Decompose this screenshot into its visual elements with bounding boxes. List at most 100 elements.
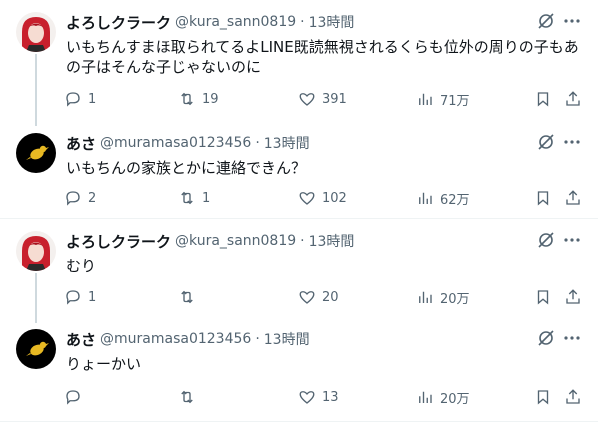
thread-line — [35, 273, 37, 323]
like-count: 13 — [322, 389, 339, 405]
timestamp[interactable]: 13時間 — [309, 12, 355, 32]
heart-icon — [299, 291, 315, 304]
avatar[interactable] — [16, 231, 56, 271]
reply-icon — [66, 390, 80, 405]
heart-icon — [299, 93, 315, 106]
display-name[interactable]: あさ — [66, 329, 96, 350]
share-icon — [566, 91, 580, 106]
reply-button[interactable]: 1 — [64, 287, 96, 307]
more-options-icon[interactable] — [562, 132, 582, 152]
retweet-button[interactable]: 1 — [178, 188, 210, 208]
views-button[interactable]: 20万 — [416, 387, 470, 407]
reply-button[interactable]: 1 — [64, 89, 96, 109]
retweet-button[interactable]: 19 — [178, 89, 219, 109]
retweet-icon — [181, 290, 193, 304]
user-handle[interactable]: @kura_sann0819 — [175, 233, 296, 249]
like-button[interactable]: 102 — [298, 188, 347, 208]
bookmark-icon — [537, 92, 549, 107]
grok-icon[interactable] — [536, 11, 556, 31]
tweet-header: あさ @muramasa0123456 · 13時間 — [66, 329, 598, 349]
timestamp[interactable]: 13時間 — [264, 133, 310, 153]
tweet[interactable]: あさ @muramasa0123456 · 13時間 いもちんの家族とかに連絡で… — [0, 121, 598, 219]
bookmark-icon — [537, 290, 549, 305]
like-count: 20 — [322, 289, 339, 305]
display-name[interactable]: よろしクラーク — [66, 231, 171, 252]
avatar[interactable] — [16, 133, 56, 173]
retweet-icon — [181, 92, 193, 106]
view-count: 20万 — [440, 391, 470, 407]
user-handle[interactable]: @kura_sann0819 — [175, 14, 296, 30]
grok-icon[interactable] — [536, 230, 556, 250]
bookmark-button[interactable] — [534, 188, 552, 208]
tweet-text-line: いもちんすまほ取られてるよLINE既読無視されるくらも位外の周りの子もあ — [66, 38, 579, 56]
timestamp[interactable]: 13時間 — [264, 329, 310, 349]
separator: · — [255, 135, 260, 151]
share-icon — [566, 389, 580, 404]
tweet-header: あさ @muramasa0123456 · 13時間 — [66, 133, 598, 153]
avatar[interactable] — [16, 12, 56, 52]
tweet-text: むり — [66, 256, 584, 276]
retweet-icon — [181, 390, 193, 404]
bookmark-button[interactable] — [534, 89, 552, 109]
share-button[interactable] — [564, 287, 582, 307]
views-button[interactable]: 71万 — [416, 89, 470, 109]
share-icon — [566, 289, 580, 304]
retweet-button[interactable] — [178, 287, 202, 307]
views-icon — [419, 93, 432, 105]
display-name[interactable]: あさ — [66, 133, 96, 154]
reply-count: 1 — [88, 91, 97, 107]
thread-line — [35, 54, 37, 126]
share-button[interactable] — [564, 387, 582, 407]
tweet-text: いもちんの家族とかに連絡できん？ — [66, 158, 584, 178]
tweet[interactable]: よろしクラーク @kura_sann0819 · 13時間 むり 1 20 20… — [0, 219, 598, 323]
views-button[interactable]: 62万 — [416, 188, 470, 208]
avatar[interactable] — [16, 329, 56, 369]
views-icon — [419, 291, 432, 303]
share-button[interactable] — [564, 89, 582, 109]
retweet-button[interactable] — [178, 387, 202, 407]
more-options-icon[interactable] — [562, 230, 582, 250]
more-options-icon[interactable] — [562, 11, 582, 31]
tweet-text-line: りょーかい — [66, 355, 142, 373]
view-count: 62万 — [440, 192, 470, 208]
separator: · — [300, 233, 305, 249]
like-button[interactable]: 13 — [298, 387, 339, 407]
retweet-icon — [181, 191, 193, 205]
display-name[interactable]: よろしクラーク — [66, 12, 171, 33]
reply-button[interactable]: 2 — [64, 188, 96, 208]
tweet-header: よろしクラーク @kura_sann0819 · 13時間 — [66, 231, 598, 251]
separator: · — [300, 14, 305, 30]
tweet-header: よろしクラーク @kura_sann0819 · 13時間 — [66, 12, 598, 32]
tweet[interactable]: あさ @muramasa0123456 · 13時間 りょーかい 13 20万 — [0, 317, 598, 422]
more-options-icon[interactable] — [562, 328, 582, 348]
share-button[interactable] — [564, 188, 582, 208]
like-count: 391 — [322, 91, 347, 107]
user-handle[interactable]: @muramasa0123456 — [100, 135, 251, 151]
reply-count: 1 — [88, 289, 97, 305]
bookmark-button[interactable] — [534, 387, 552, 407]
share-icon — [566, 190, 580, 205]
tweet-text-line: むり — [66, 257, 97, 275]
tweet-text-line: の子はそんな子じゃないのに — [66, 58, 262, 76]
grok-icon[interactable] — [536, 328, 556, 348]
bookmark-button[interactable] — [534, 287, 552, 307]
tweet-text: いもちんすまほ取られてるよLINE既読無視されるくらも位外の周りの子もあ の子は… — [66, 37, 584, 77]
separator: · — [255, 331, 260, 347]
retweet-count: 1 — [202, 190, 211, 206]
like-button[interactable]: 20 — [298, 287, 339, 307]
bookmark-icon — [537, 191, 549, 206]
retweet-count: 19 — [202, 91, 219, 107]
grok-icon[interactable] — [536, 132, 556, 152]
like-button[interactable]: 391 — [298, 89, 347, 109]
reply-button[interactable] — [64, 387, 88, 407]
reply-icon — [66, 290, 80, 305]
tweet[interactable]: よろしクラーク @kura_sann0819 · 13時間 いもちんすまほ取られ… — [0, 0, 598, 126]
like-count: 102 — [322, 190, 347, 206]
views-icon — [419, 192, 432, 204]
tweet-actions: 1 19 391 71万 — [64, 89, 584, 109]
view-count: 71万 — [440, 93, 470, 109]
views-button[interactable]: 20万 — [416, 287, 470, 307]
bookmark-icon — [537, 390, 549, 405]
timestamp[interactable]: 13時間 — [309, 231, 355, 251]
user-handle[interactable]: @muramasa0123456 — [100, 331, 251, 347]
